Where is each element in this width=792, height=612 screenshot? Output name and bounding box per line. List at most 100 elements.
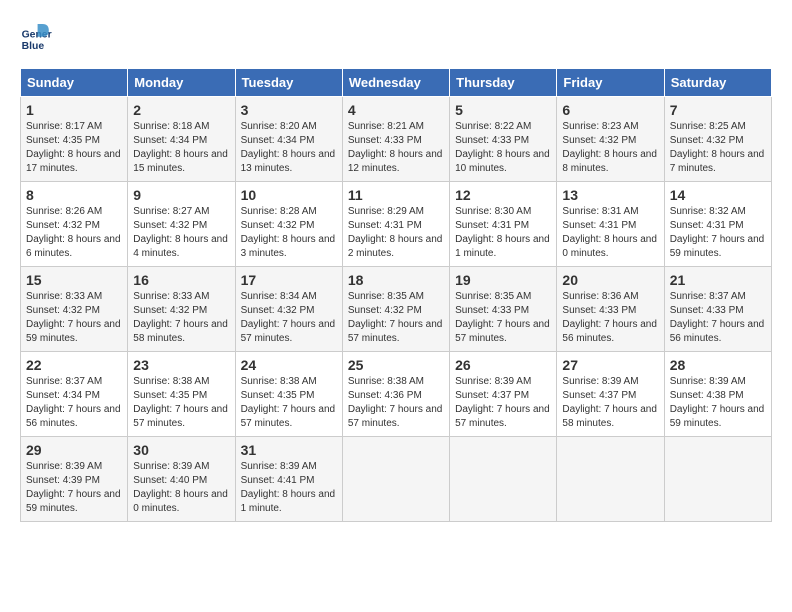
daylight-label: Daylight: 7 hours and 57 minutes. <box>455 404 550 429</box>
day-info: Sunrise: 8:36 AM Sunset: 4:33 PM Dayligh… <box>562 290 658 346</box>
day-info: Sunrise: 8:38 AM Sunset: 4:35 PM Dayligh… <box>133 375 229 431</box>
sunrise-label: Sunrise: 8:25 AM <box>670 121 746 132</box>
calendar-cell: 20 Sunrise: 8:36 AM Sunset: 4:33 PM Dayl… <box>557 267 664 352</box>
daylight-label: Daylight: 7 hours and 58 minutes. <box>133 319 228 344</box>
day-info: Sunrise: 8:37 AM Sunset: 4:33 PM Dayligh… <box>670 290 766 346</box>
day-number: 19 <box>455 272 551 288</box>
day-number: 30 <box>133 442 229 458</box>
sunset-label: Sunset: 4:32 PM <box>241 220 315 231</box>
calendar-cell: 10 Sunrise: 8:28 AM Sunset: 4:32 PM Dayl… <box>235 182 342 267</box>
day-info: Sunrise: 8:28 AM Sunset: 4:32 PM Dayligh… <box>241 205 337 261</box>
daylight-label: Daylight: 7 hours and 59 minutes. <box>670 234 765 259</box>
daylight-label: Daylight: 8 hours and 12 minutes. <box>348 149 443 174</box>
calendar-cell <box>557 437 664 522</box>
calendar-cell: 28 Sunrise: 8:39 AM Sunset: 4:38 PM Dayl… <box>664 352 771 437</box>
sunset-label: Sunset: 4:32 PM <box>348 305 422 316</box>
day-number: 24 <box>241 357 337 373</box>
sunrise-label: Sunrise: 8:39 AM <box>562 376 638 387</box>
day-number: 9 <box>133 187 229 203</box>
day-info: Sunrise: 8:25 AM Sunset: 4:32 PM Dayligh… <box>670 120 766 176</box>
calendar-week-row: 15 Sunrise: 8:33 AM Sunset: 4:32 PM Dayl… <box>21 267 772 352</box>
day-info: Sunrise: 8:26 AM Sunset: 4:32 PM Dayligh… <box>26 205 122 261</box>
day-info: Sunrise: 8:39 AM Sunset: 4:39 PM Dayligh… <box>26 460 122 516</box>
sunset-label: Sunset: 4:39 PM <box>26 475 100 486</box>
day-info: Sunrise: 8:30 AM Sunset: 4:31 PM Dayligh… <box>455 205 551 261</box>
day-number: 10 <box>241 187 337 203</box>
day-number: 27 <box>562 357 658 373</box>
calendar-cell: 21 Sunrise: 8:37 AM Sunset: 4:33 PM Dayl… <box>664 267 771 352</box>
calendar-cell: 16 Sunrise: 8:33 AM Sunset: 4:32 PM Dayl… <box>128 267 235 352</box>
daylight-label: Daylight: 7 hours and 56 minutes. <box>26 404 121 429</box>
day-number: 28 <box>670 357 766 373</box>
calendar-header-row: SundayMondayTuesdayWednesdayThursdayFrid… <box>21 69 772 97</box>
calendar-cell: 7 Sunrise: 8:25 AM Sunset: 4:32 PM Dayli… <box>664 97 771 182</box>
sunrise-label: Sunrise: 8:37 AM <box>670 291 746 302</box>
logo: General Blue <box>20 20 56 52</box>
calendar-cell: 31 Sunrise: 8:39 AM Sunset: 4:41 PM Dayl… <box>235 437 342 522</box>
sunset-label: Sunset: 4:31 PM <box>562 220 636 231</box>
daylight-label: Daylight: 8 hours and 2 minutes. <box>348 234 443 259</box>
day-number: 13 <box>562 187 658 203</box>
daylight-label: Daylight: 8 hours and 6 minutes. <box>26 234 121 259</box>
sunrise-label: Sunrise: 8:28 AM <box>241 206 317 217</box>
calendar-cell <box>342 437 449 522</box>
page-header: General Blue <box>20 20 772 52</box>
day-number: 31 <box>241 442 337 458</box>
sunrise-label: Sunrise: 8:38 AM <box>133 376 209 387</box>
day-number: 11 <box>348 187 444 203</box>
calendar-cell: 1 Sunrise: 8:17 AM Sunset: 4:35 PM Dayli… <box>21 97 128 182</box>
day-number: 2 <box>133 102 229 118</box>
day-number: 15 <box>26 272 122 288</box>
day-info: Sunrise: 8:22 AM Sunset: 4:33 PM Dayligh… <box>455 120 551 176</box>
sunrise-label: Sunrise: 8:30 AM <box>455 206 531 217</box>
calendar-week-row: 22 Sunrise: 8:37 AM Sunset: 4:34 PM Dayl… <box>21 352 772 437</box>
day-number: 21 <box>670 272 766 288</box>
sunrise-label: Sunrise: 8:34 AM <box>241 291 317 302</box>
calendar-cell: 9 Sunrise: 8:27 AM Sunset: 4:32 PM Dayli… <box>128 182 235 267</box>
sunset-label: Sunset: 4:41 PM <box>241 475 315 486</box>
sunset-label: Sunset: 4:32 PM <box>133 305 207 316</box>
sunrise-label: Sunrise: 8:17 AM <box>26 121 102 132</box>
calendar-cell: 15 Sunrise: 8:33 AM Sunset: 4:32 PM Dayl… <box>21 267 128 352</box>
sunset-label: Sunset: 4:36 PM <box>348 390 422 401</box>
sunrise-label: Sunrise: 8:23 AM <box>562 121 638 132</box>
daylight-label: Daylight: 8 hours and 4 minutes. <box>133 234 228 259</box>
column-header-friday: Friday <box>557 69 664 97</box>
calendar-cell: 30 Sunrise: 8:39 AM Sunset: 4:40 PM Dayl… <box>128 437 235 522</box>
day-number: 4 <box>348 102 444 118</box>
sunset-label: Sunset: 4:32 PM <box>670 135 744 146</box>
calendar-cell: 22 Sunrise: 8:37 AM Sunset: 4:34 PM Dayl… <box>21 352 128 437</box>
sunset-label: Sunset: 4:35 PM <box>133 390 207 401</box>
svg-text:Blue: Blue <box>22 41 45 52</box>
daylight-label: Daylight: 7 hours and 59 minutes. <box>26 319 121 344</box>
column-header-thursday: Thursday <box>450 69 557 97</box>
calendar-cell: 3 Sunrise: 8:20 AM Sunset: 4:34 PM Dayli… <box>235 97 342 182</box>
daylight-label: Daylight: 8 hours and 1 minute. <box>455 234 550 259</box>
sunrise-label: Sunrise: 8:33 AM <box>26 291 102 302</box>
sunset-label: Sunset: 4:34 PM <box>26 390 100 401</box>
day-number: 18 <box>348 272 444 288</box>
day-info: Sunrise: 8:34 AM Sunset: 4:32 PM Dayligh… <box>241 290 337 346</box>
sunrise-label: Sunrise: 8:22 AM <box>455 121 531 132</box>
sunset-label: Sunset: 4:34 PM <box>241 135 315 146</box>
day-info: Sunrise: 8:21 AM Sunset: 4:33 PM Dayligh… <box>348 120 444 176</box>
day-number: 23 <box>133 357 229 373</box>
daylight-label: Daylight: 7 hours and 57 minutes. <box>455 319 550 344</box>
calendar-cell: 4 Sunrise: 8:21 AM Sunset: 4:33 PM Dayli… <box>342 97 449 182</box>
daylight-label: Daylight: 8 hours and 17 minutes. <box>26 149 121 174</box>
sunset-label: Sunset: 4:32 PM <box>26 220 100 231</box>
day-info: Sunrise: 8:17 AM Sunset: 4:35 PM Dayligh… <box>26 120 122 176</box>
sunset-label: Sunset: 4:33 PM <box>455 305 529 316</box>
daylight-label: Daylight: 8 hours and 15 minutes. <box>133 149 228 174</box>
sunset-label: Sunset: 4:33 PM <box>562 305 636 316</box>
sunset-label: Sunset: 4:33 PM <box>455 135 529 146</box>
calendar-cell: 18 Sunrise: 8:35 AM Sunset: 4:32 PM Dayl… <box>342 267 449 352</box>
calendar-cell: 24 Sunrise: 8:38 AM Sunset: 4:35 PM Dayl… <box>235 352 342 437</box>
daylight-label: Daylight: 7 hours and 59 minutes. <box>26 489 121 514</box>
sunset-label: Sunset: 4:31 PM <box>455 220 529 231</box>
calendar-week-row: 8 Sunrise: 8:26 AM Sunset: 4:32 PM Dayli… <box>21 182 772 267</box>
sunrise-label: Sunrise: 8:37 AM <box>26 376 102 387</box>
day-number: 14 <box>670 187 766 203</box>
day-info: Sunrise: 8:39 AM Sunset: 4:41 PM Dayligh… <box>241 460 337 516</box>
day-info: Sunrise: 8:18 AM Sunset: 4:34 PM Dayligh… <box>133 120 229 176</box>
